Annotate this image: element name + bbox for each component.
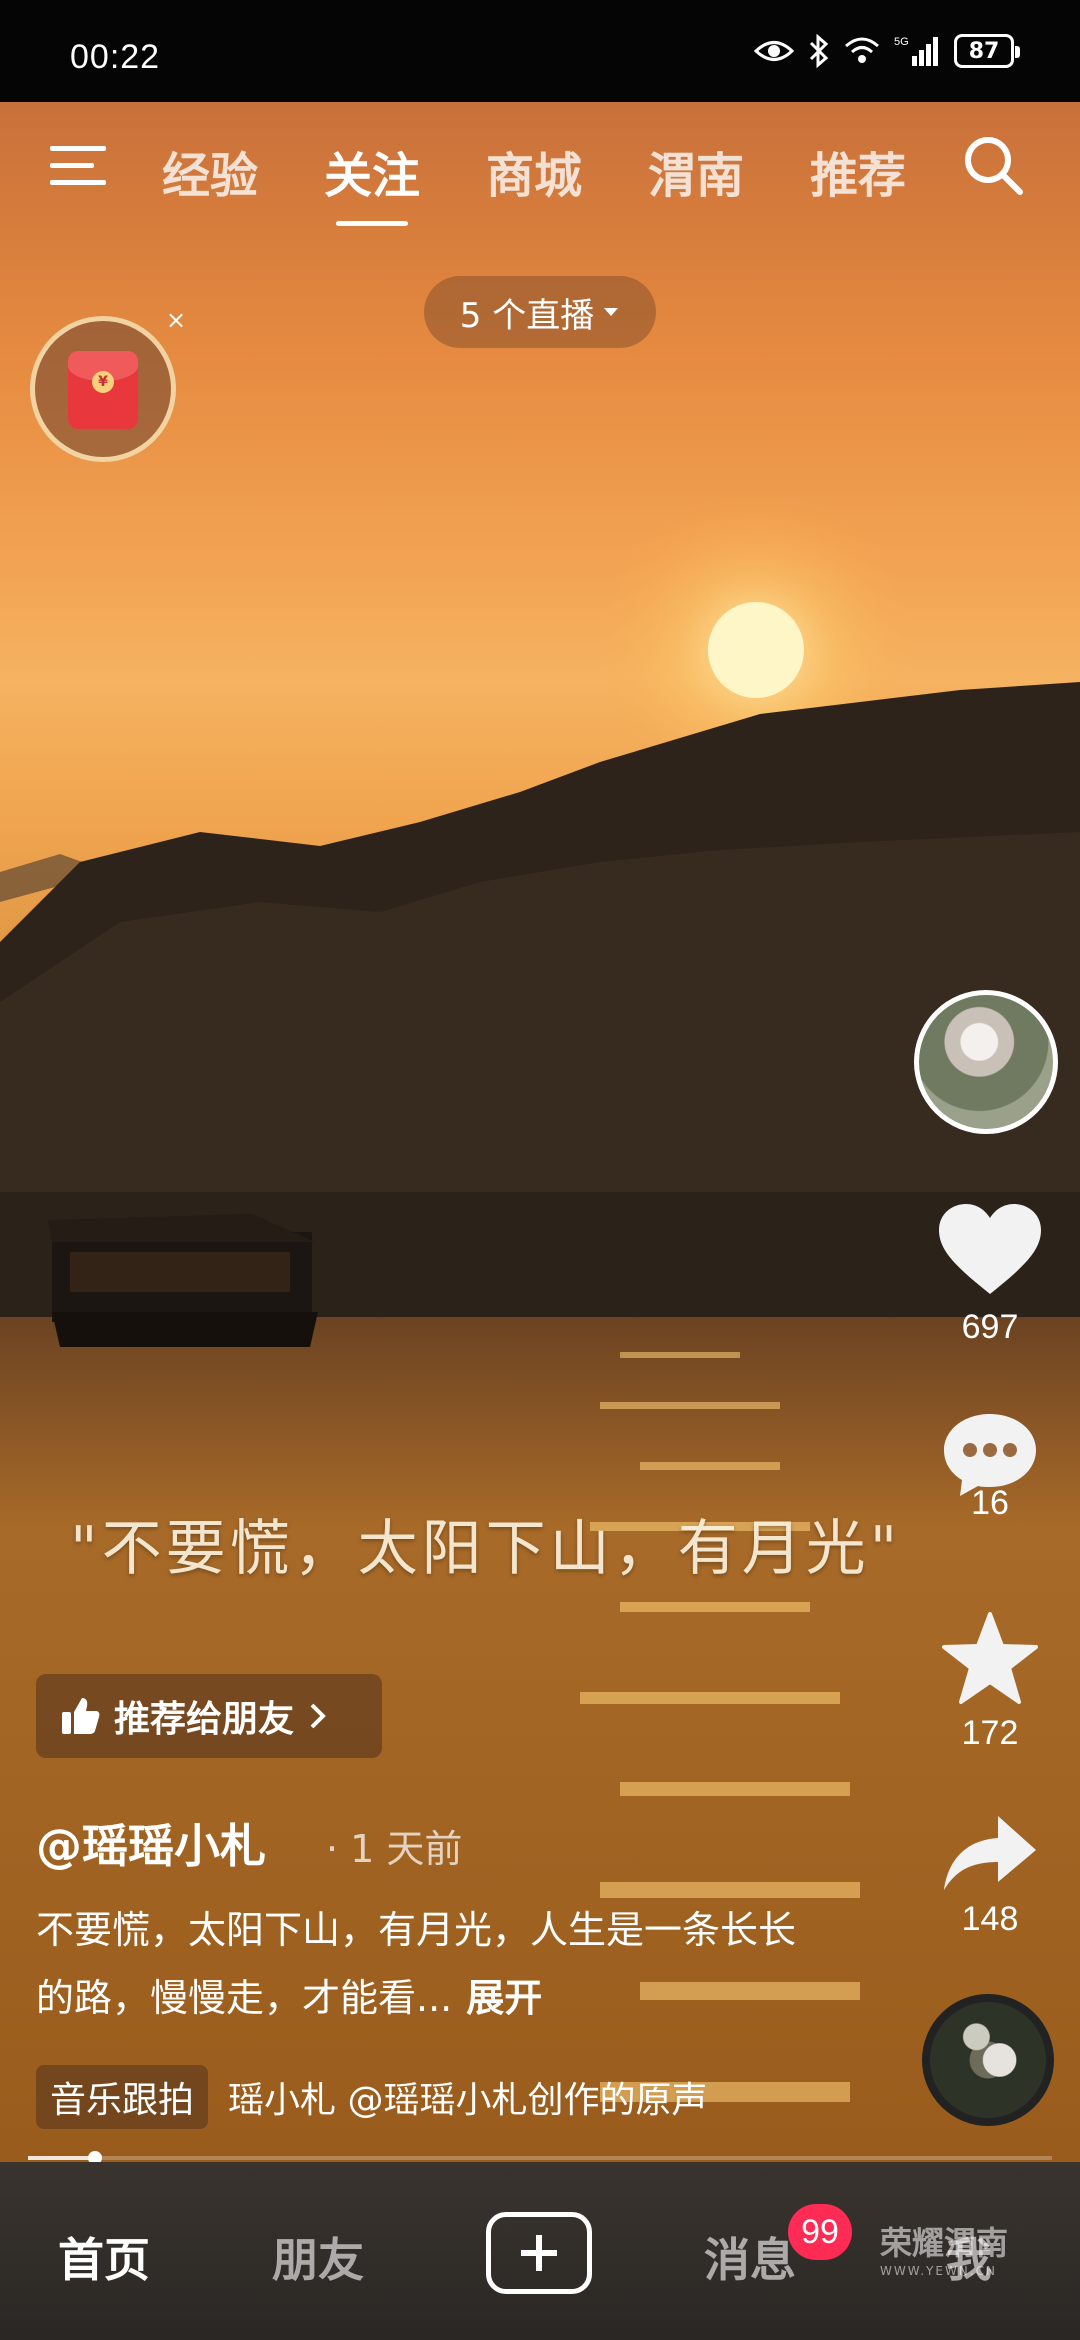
signal-icon: 5G <box>894 36 938 66</box>
post-time: · 1 天前 <box>326 1827 463 1871</box>
share-count: 148 <box>961 1900 1019 1938</box>
author-avatar[interactable] <box>914 990 1058 1134</box>
author-name[interactable]: @瑶瑶小札 <box>36 1810 266 1876</box>
create-post-button[interactable] <box>486 2212 592 2294</box>
tab-guanzhu[interactable]: 关注 <box>324 136 420 226</box>
tab-tuijian[interactable]: 推荐 <box>810 136 906 206</box>
comment-button[interactable]: 16 <box>930 1408 1050 1523</box>
favorite-count: 172 <box>961 1714 1019 1752</box>
heart-icon <box>939 1204 1041 1294</box>
messages-badge: 99 <box>788 2204 852 2260</box>
status-bar: 00:22 5G 87 <box>0 0 1080 102</box>
battery-level: 87 <box>968 38 1000 64</box>
video-subtitle: "不要慌，太阳下山，有月光" <box>70 1514 902 1584</box>
star-icon <box>942 1612 1038 1704</box>
like-count: 697 <box>961 1308 1019 1346</box>
music-title: 瑶小札 @瑶瑶小札创作的原声 <box>228 2080 708 2121</box>
nav-home[interactable]: 首页 <box>58 2224 150 2290</box>
watermark: 荣耀渭南 WWW.YEWN.CN <box>880 2218 1008 2278</box>
thumbs-up-icon <box>62 1698 100 1734</box>
boat <box>48 1214 318 1347</box>
progress-fill <box>28 2156 95 2160</box>
search-icon[interactable] <box>958 130 1028 200</box>
recommend-to-friend-button[interactable]: 推荐给朋友 <box>36 1674 382 1758</box>
red-envelope-icon: ¥ <box>68 351 138 429</box>
bluetooth-icon <box>809 34 829 68</box>
svg-text:5G: 5G <box>894 36 909 48</box>
tab-weinan[interactable]: 渭南 <box>648 136 744 206</box>
watermark-url: WWW.YEWN.CN <box>880 2264 997 2278</box>
live-count-label: 5 个直播 <box>459 295 595 336</box>
live-count-pill[interactable]: 5 个直播 <box>424 276 656 348</box>
plus-icon <box>521 2235 557 2271</box>
tab-jingyan[interactable]: 经验 <box>162 136 258 206</box>
recommend-label: 推荐给朋友 <box>114 1699 295 1740</box>
chevron-right-icon <box>310 1703 326 1729</box>
like-button[interactable]: 697 <box>930 1200 1050 1347</box>
music-row[interactable]: 音乐跟拍 瑶小札 @瑶瑶小札创作的原声 <box>36 2064 788 2130</box>
red-packet-close-button[interactable]: × <box>166 306 186 334</box>
nav-messages[interactable]: 消息 <box>704 2224 796 2290</box>
music-follow-tag[interactable]: 音乐跟拍 <box>36 2065 209 2129</box>
battery-indicator: 87 <box>954 34 1020 68</box>
share-arrow-icon <box>944 1816 1036 1890</box>
expand-link[interactable]: 展开 <box>466 1976 542 2020</box>
top-nav: 经验 关注 商城 渭南 推荐 <box>0 102 1080 232</box>
red-packet-widget[interactable]: ¥ <box>30 316 176 462</box>
bottom-nav: 首页 朋友 消息 99 我 荣耀渭南 WWW.YEWN.CN <box>0 2162 1080 2340</box>
share-button[interactable]: 148 <box>930 1812 1050 1939</box>
wifi-icon <box>845 37 879 63</box>
post-description: 不要慌，太阳下山，有月光，人生是一条长长的路，慢慢走，才能看... 展开 <box>36 1896 816 2032</box>
eye-icon <box>754 41 794 61</box>
coin-symbol: ¥ <box>92 371 114 393</box>
tab-shangcheng[interactable]: 商城 <box>486 136 582 206</box>
video-progress-bar[interactable] <box>28 2151 1052 2165</box>
watermark-title: 荣耀渭南 <box>880 2224 1009 2262</box>
description-text: 不要慌，太阳下山，有月光，人生是一条长长的路，慢慢走，才能看... <box>36 1908 797 2020</box>
caret-down-icon <box>604 308 619 316</box>
music-disc[interactable] <box>922 1994 1054 2126</box>
menu-icon[interactable] <box>46 138 110 194</box>
status-time: 00:22 <box>70 38 161 76</box>
favorite-button[interactable]: 172 <box>930 1610 1050 1753</box>
nav-friends[interactable]: 朋友 <box>272 2224 364 2290</box>
status-icons: 5G 87 <box>754 34 1020 68</box>
music-cover <box>930 2002 1046 2118</box>
